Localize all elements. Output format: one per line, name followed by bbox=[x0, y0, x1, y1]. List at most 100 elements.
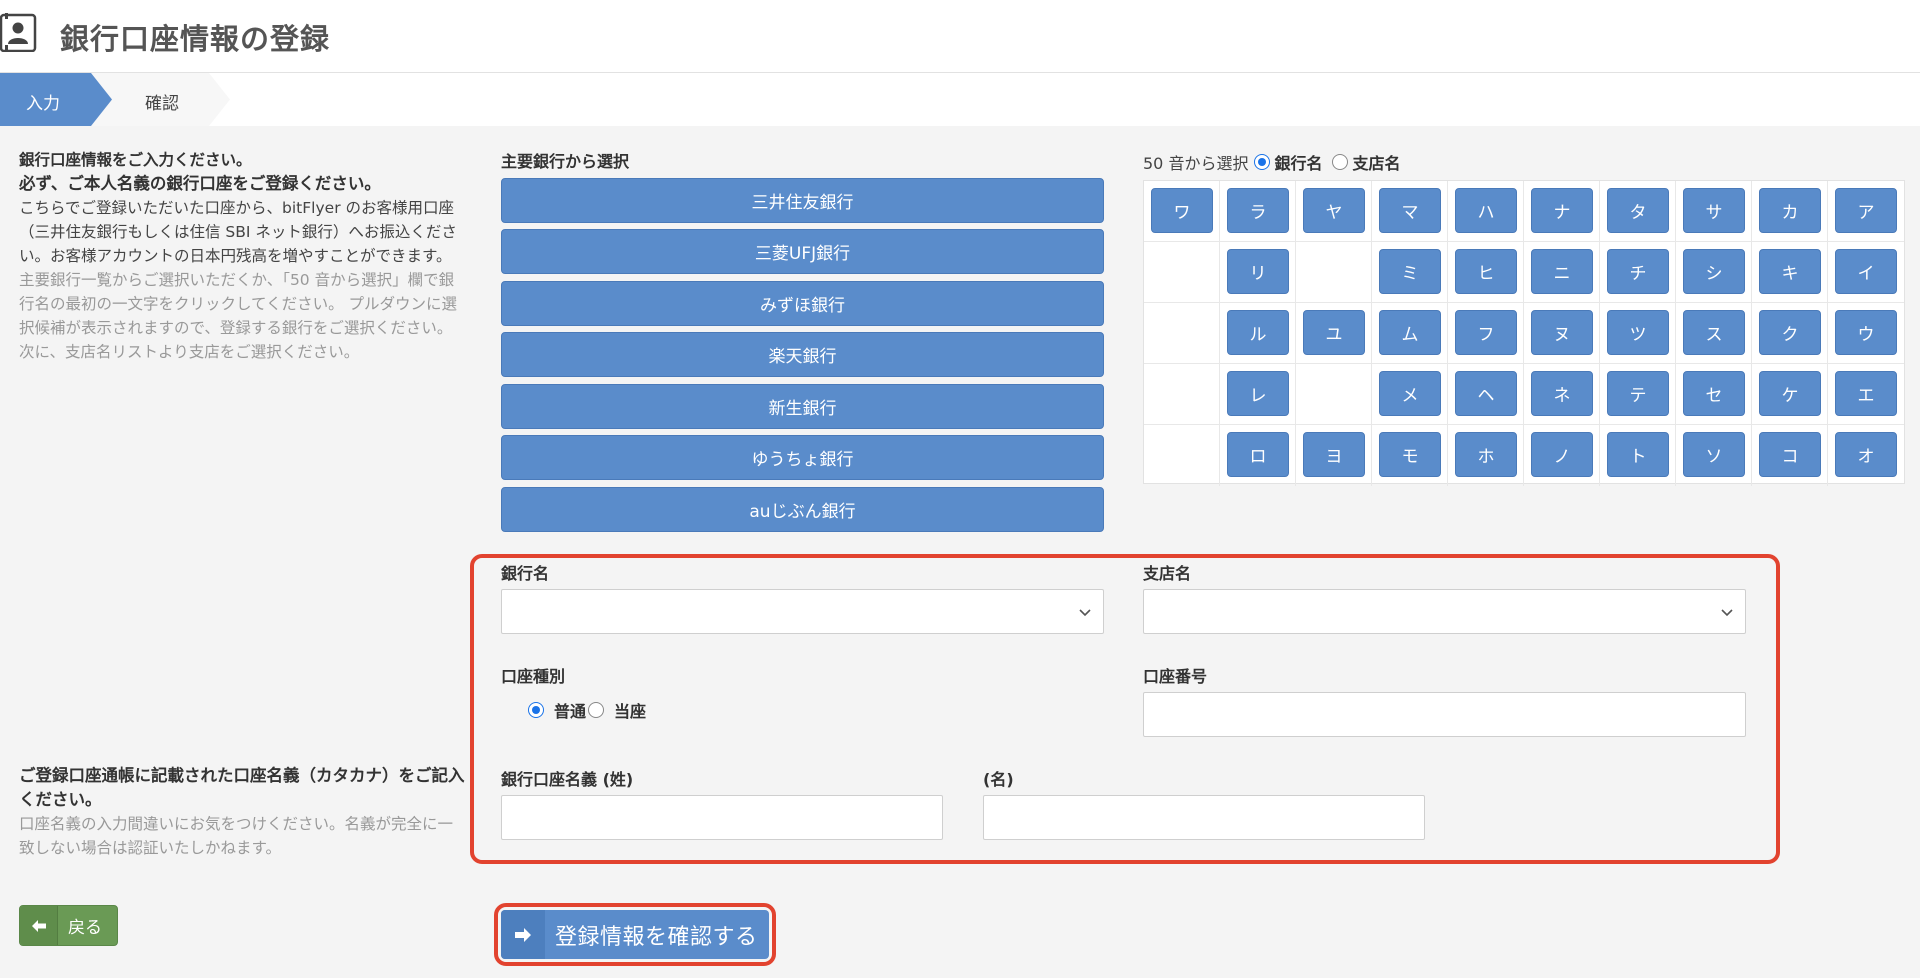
kana-button[interactable]: オ bbox=[1835, 432, 1897, 477]
chevron-down-icon bbox=[1079, 609, 1091, 617]
radio-branch-name-label: 支店名 bbox=[1352, 154, 1401, 173]
kana-cell bbox=[1144, 425, 1220, 486]
bank-name-select[interactable] bbox=[501, 589, 1104, 634]
kana-button[interactable]: マ bbox=[1379, 188, 1441, 233]
back-button-label: 戻る bbox=[68, 918, 102, 938]
kana-button[interactable]: ヨ bbox=[1303, 432, 1365, 477]
kana-button[interactable]: メ bbox=[1379, 371, 1441, 416]
chevron-down-icon bbox=[1721, 609, 1733, 617]
kana-button[interactable]: ワ bbox=[1151, 188, 1213, 233]
kana-button[interactable]: セ bbox=[1683, 371, 1745, 416]
kana-button[interactable]: ミ bbox=[1379, 249, 1441, 294]
bank-button-mufg[interactable]: 三菱UFJ銀行 bbox=[501, 229, 1104, 274]
radio-branch-name[interactable] bbox=[1332, 154, 1349, 170]
kana-button[interactable]: ヤ bbox=[1303, 188, 1365, 233]
kana-selector-header: 50 音から選択 銀行名 支店名 bbox=[1143, 150, 1400, 174]
bank-button-rakuten[interactable]: 楽天銀行 bbox=[501, 332, 1104, 377]
kana-button[interactable]: サ bbox=[1683, 188, 1745, 233]
kana-button[interactable]: ニ bbox=[1531, 249, 1593, 294]
holder-note-help: 口座名義の入力間違いにお気をつけください。名義が完全に一致しない場合は認証いたし… bbox=[19, 815, 454, 857]
radio-bank-name[interactable] bbox=[1254, 154, 1271, 170]
back-button[interactable]: 戻る bbox=[19, 905, 118, 946]
major-banks-label: 主要銀行から選択 bbox=[501, 152, 630, 171]
holder-first-name-label: (名) bbox=[983, 770, 1014, 789]
kana-button[interactable]: チ bbox=[1607, 249, 1669, 294]
kana-cell bbox=[1144, 364, 1220, 425]
kana-button[interactable]: ラ bbox=[1227, 188, 1289, 233]
kana-button[interactable]: レ bbox=[1227, 371, 1289, 416]
account-number-input[interactable] bbox=[1143, 692, 1746, 737]
kana-button[interactable]: フ bbox=[1455, 310, 1517, 355]
bank-button-smbc[interactable]: 三井住友銀行 bbox=[501, 178, 1104, 223]
holder-last-name-input[interactable] bbox=[501, 795, 943, 840]
kana-button[interactable]: ソ bbox=[1683, 432, 1745, 477]
kana-button[interactable]: ネ bbox=[1531, 371, 1593, 416]
holder-last-name-label: 銀行口座名義 (姓) bbox=[501, 770, 634, 789]
kana-grid: ワラヤマハナタサカアリ ミヒニチシキイルユムフヌツスクウレ メヘネテセケエロヨモホノ… bbox=[1143, 180, 1905, 486]
kana-button[interactable]: ホ bbox=[1455, 432, 1517, 477]
intro-text: 銀行口座情報をご入力ください。 必ず、ご本人名義の銀行口座をご登録ください。 こ… bbox=[19, 148, 459, 364]
bank-name-label: 銀行名 bbox=[501, 564, 550, 583]
step-indicator: 確認 入力 bbox=[0, 73, 1920, 126]
kana-button[interactable]: テ bbox=[1607, 371, 1669, 416]
kana-cell bbox=[1296, 242, 1372, 303]
kana-button[interactable]: モ bbox=[1379, 432, 1441, 477]
kana-cell bbox=[1296, 364, 1372, 425]
intro-line2: 必ず、ご本人名義の銀行口座をご登録ください。 bbox=[19, 174, 381, 193]
kana-button[interactable]: タ bbox=[1607, 188, 1669, 233]
kana-button[interactable]: ノ bbox=[1531, 432, 1593, 477]
kana-button[interactable]: ヌ bbox=[1531, 310, 1593, 355]
branch-name-label: 支店名 bbox=[1143, 564, 1192, 583]
branch-name-select[interactable] bbox=[1143, 589, 1746, 634]
kana-cell bbox=[1144, 303, 1220, 364]
radio-account-toza[interactable] bbox=[588, 702, 605, 718]
kana-button[interactable]: ロ bbox=[1227, 432, 1289, 477]
contact-card-icon bbox=[0, 13, 37, 52]
kana-button[interactable]: リ bbox=[1227, 249, 1289, 294]
kana-button[interactable]: ム bbox=[1379, 310, 1441, 355]
holder-first-name-input[interactable] bbox=[983, 795, 1425, 840]
kana-button[interactable]: コ bbox=[1759, 432, 1821, 477]
holder-note-title: ご登録口座通帳に記載された口座名義（カタカナ）をご記入ください。 bbox=[19, 766, 465, 809]
intro-description: こちらでご登録いただいた口座から、bitFlyer のお客様用口座（三井住友銀行… bbox=[19, 199, 457, 265]
kana-button[interactable]: ウ bbox=[1835, 310, 1897, 355]
arrow-left-icon bbox=[20, 906, 58, 945]
intro-line1: 銀行口座情報をご入力ください。 bbox=[19, 151, 252, 169]
kana-button[interactable]: ナ bbox=[1531, 188, 1593, 233]
radio-bank-name-label: 銀行名 bbox=[1274, 154, 1323, 173]
kana-button[interactable]: ト bbox=[1607, 432, 1669, 477]
bank-button-mizuho[interactable]: みずほ銀行 bbox=[501, 281, 1104, 326]
bank-button-shinsei[interactable]: 新生銀行 bbox=[501, 384, 1104, 429]
radio-account-futsu[interactable] bbox=[528, 702, 544, 718]
bank-button-aujibun[interactable]: auじぶん銀行 bbox=[501, 487, 1104, 532]
kana-selector-label: 50 音から選択 bbox=[1143, 154, 1249, 173]
holder-note: ご登録口座通帳に記載された口座名義（カタカナ）をご記入ください。 口座名義の入力… bbox=[19, 764, 465, 860]
kana-button[interactable]: ヘ bbox=[1455, 371, 1517, 416]
kana-button[interactable]: ル bbox=[1227, 310, 1289, 355]
bank-button-yucho[interactable]: ゆうちょ銀行 bbox=[501, 435, 1104, 480]
confirm-button-label: 登録情報を確認する bbox=[555, 924, 758, 950]
kana-button[interactable]: ツ bbox=[1607, 310, 1669, 355]
kana-button[interactable]: ス bbox=[1683, 310, 1745, 355]
kana-button[interactable]: キ bbox=[1759, 249, 1821, 294]
kana-button[interactable]: ク bbox=[1759, 310, 1821, 355]
account-type-label: 口座種別 bbox=[501, 667, 566, 686]
account-number-label: 口座番号 bbox=[1143, 667, 1208, 686]
account-type-group: 普通 当座 bbox=[528, 698, 646, 722]
confirm-highlight: 登録情報を確認する bbox=[494, 903, 776, 966]
kana-button[interactable]: イ bbox=[1835, 249, 1897, 294]
intro-help: 主要銀行一覧からご選択いただくか、「50 音から選択」欄で銀行名の最初の一文字を… bbox=[19, 271, 457, 361]
kana-button[interactable]: ア bbox=[1835, 188, 1897, 233]
kana-button[interactable]: カ bbox=[1759, 188, 1821, 233]
radio-account-futsu-label: 普通 bbox=[554, 702, 587, 721]
kana-button[interactable]: エ bbox=[1835, 371, 1897, 416]
kana-button[interactable]: ハ bbox=[1455, 188, 1517, 233]
kana-button[interactable]: シ bbox=[1683, 249, 1745, 294]
confirm-button[interactable]: 登録情報を確認する bbox=[501, 910, 769, 959]
radio-account-toza-label: 当座 bbox=[614, 702, 647, 721]
kana-button[interactable]: ケ bbox=[1759, 371, 1821, 416]
kana-cell bbox=[1144, 242, 1220, 303]
step-input: 入力 bbox=[0, 73, 112, 126]
kana-button[interactable]: ユ bbox=[1303, 310, 1365, 355]
kana-button[interactable]: ヒ bbox=[1455, 249, 1517, 294]
